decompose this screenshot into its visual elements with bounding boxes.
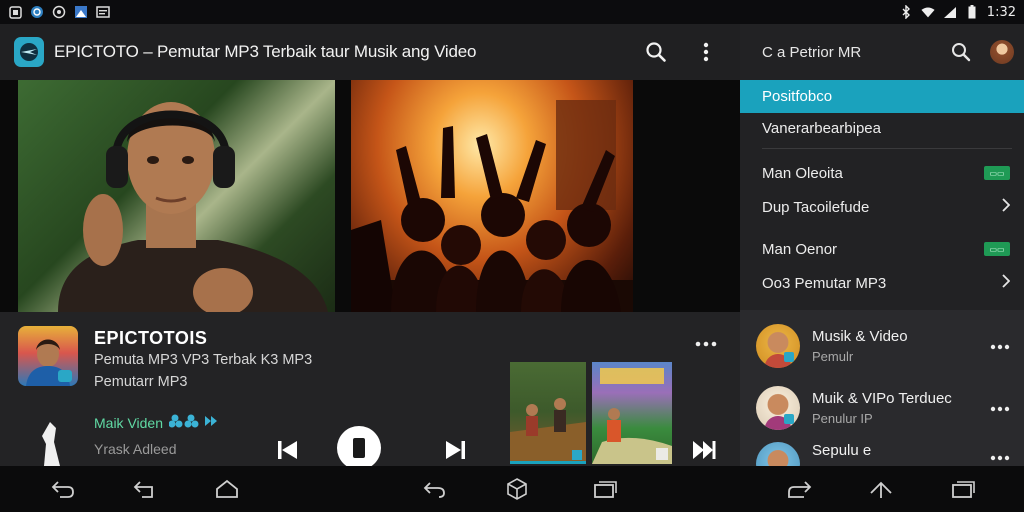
signal-icon [943, 5, 957, 19]
message-icon [96, 5, 110, 19]
drawer-item-3[interactable]: Dup Tacoilefude [740, 192, 1024, 222]
genre-tag-icon [168, 413, 219, 432]
search-icon[interactable] [636, 32, 676, 72]
drawer-item-label: Positfobco [762, 88, 833, 105]
fast-forward-icon[interactable] [686, 432, 722, 468]
more-vert-icon[interactable] [686, 32, 726, 72]
image-icon [8, 5, 22, 19]
list-item-avatar [756, 386, 800, 430]
drawer-search-icon[interactable] [944, 32, 978, 72]
home-icon[interactable] [210, 473, 244, 505]
more-horiz-icon[interactable] [690, 332, 722, 356]
chevron-right-icon [1002, 274, 1011, 292]
list-item-more-icon[interactable] [990, 399, 1010, 417]
drawer-item-0[interactable]: Positfobco [740, 80, 1024, 113]
list-item-subtitle: Penulur IP [812, 411, 873, 426]
undo-icon[interactable] [128, 473, 162, 505]
drawer-divider [762, 148, 1012, 149]
bluetooth-icon [899, 5, 913, 19]
gallery-icon [74, 5, 88, 19]
status-bar: 1:32 [0, 0, 1024, 24]
track-subtitle-2: Pemutarr MP3 [94, 374, 188, 390]
list-item-title: Sepulu e [812, 442, 872, 459]
thumbnail-2[interactable] [592, 362, 672, 464]
share-back-icon[interactable] [782, 473, 816, 505]
drawer-item-5[interactable]: Oo3 Pemutar MP3 [740, 268, 1024, 298]
list-item-title: Muik & VIPo Terduec [812, 390, 952, 407]
recents-icon[interactable] [588, 473, 622, 505]
hero-image-concert[interactable] [351, 80, 633, 312]
list-item-avatar [756, 324, 800, 368]
skip-next-icon[interactable] [437, 432, 473, 468]
list-item-more-icon[interactable] [990, 448, 1010, 466]
status-bar-left [8, 5, 110, 19]
status-bar-right: 1:32 [899, 5, 1016, 20]
main-panel: EPICTOTO – Pemutar MP3 Terbaik taur Musi… [0, 24, 740, 470]
list-item-title: Musik & Video [812, 328, 908, 345]
app-logo-icon [14, 37, 44, 67]
up-icon[interactable] [864, 473, 898, 505]
windows-icon[interactable] [946, 473, 980, 505]
status-time: 1:32 [986, 4, 1016, 20]
drawer-media-list: Musik & Video Pemulr Muik & VIPo Terduec… [740, 310, 1024, 486]
hero-image-headphones[interactable] [18, 80, 335, 312]
genre-tag-label: Maik Viden [94, 414, 164, 431]
navigation-drawer: C a Petrior MR Positfobco Vanerarbearbip… [740, 24, 1024, 486]
user-avatar[interactable] [990, 40, 1014, 64]
genre-tag: Maik Viden [94, 413, 219, 432]
list-item[interactable]: Muik & VIPo Terduec Penulur IP [740, 372, 1024, 444]
track-title: EPICTOTOIS [94, 328, 208, 348]
battery-icon [965, 5, 979, 19]
drawer-item-label: Oo3 Pemutar MP3 [762, 274, 887, 292]
system-navigation-bar [0, 466, 1024, 512]
sync-icon [52, 5, 66, 19]
drawer-item-label: Vanerarbearbipea [762, 119, 881, 137]
thumbnail-1[interactable] [510, 362, 586, 464]
secondary-tag: Yrask Adleed [94, 441, 177, 457]
hero-banner [0, 80, 740, 312]
rotate-icon[interactable] [418, 473, 452, 505]
drawer-item-4[interactable]: Man Oenor ▭▭ [740, 234, 1024, 264]
pause-icon[interactable] [337, 426, 381, 470]
app-title: EPICTOTO – Pemutar MP3 Terbaik taur Musi… [54, 42, 477, 61]
skip-previous-icon[interactable] [270, 432, 306, 468]
app-bar: EPICTOTO – Pemutar MP3 Terbaik taur Musi… [0, 24, 740, 80]
drawer-item-badge: ▭▭ [984, 242, 1010, 256]
drawer-item-1[interactable]: Vanerarbearbipea [740, 114, 1024, 142]
drawer-item-2[interactable]: Man Oleoita ▭▭ [740, 158, 1024, 188]
cube-icon[interactable] [500, 473, 534, 505]
drawer-item-badge: ▭▭ [984, 166, 1010, 180]
list-item-more-icon[interactable] [990, 337, 1010, 355]
drawer-item-label: Man Oenor [762, 240, 838, 258]
track-subtitle-1: Pemuta MP3 VP3 Terbak K3 MP3 [94, 352, 313, 368]
waveform-figure-icon [36, 416, 66, 466]
album-art[interactable] [18, 326, 78, 386]
camera-icon [30, 5, 44, 19]
back-icon[interactable] [46, 473, 80, 505]
drawer-item-label: Man Oleoita [762, 164, 843, 182]
chevron-right-icon [1002, 198, 1011, 216]
app-screen: 1:32 EPICTOTO – Pemutar MP3 Terbaik taur… [0, 0, 1024, 512]
drawer-header: C a Petrior MR [740, 24, 1024, 80]
drawer-item-label: Dup Tacoilefude [762, 198, 870, 216]
list-item-subtitle: Pemulr [812, 349, 854, 364]
wifi-icon [921, 5, 935, 19]
drawer-title: C a Petrior MR [762, 43, 862, 61]
